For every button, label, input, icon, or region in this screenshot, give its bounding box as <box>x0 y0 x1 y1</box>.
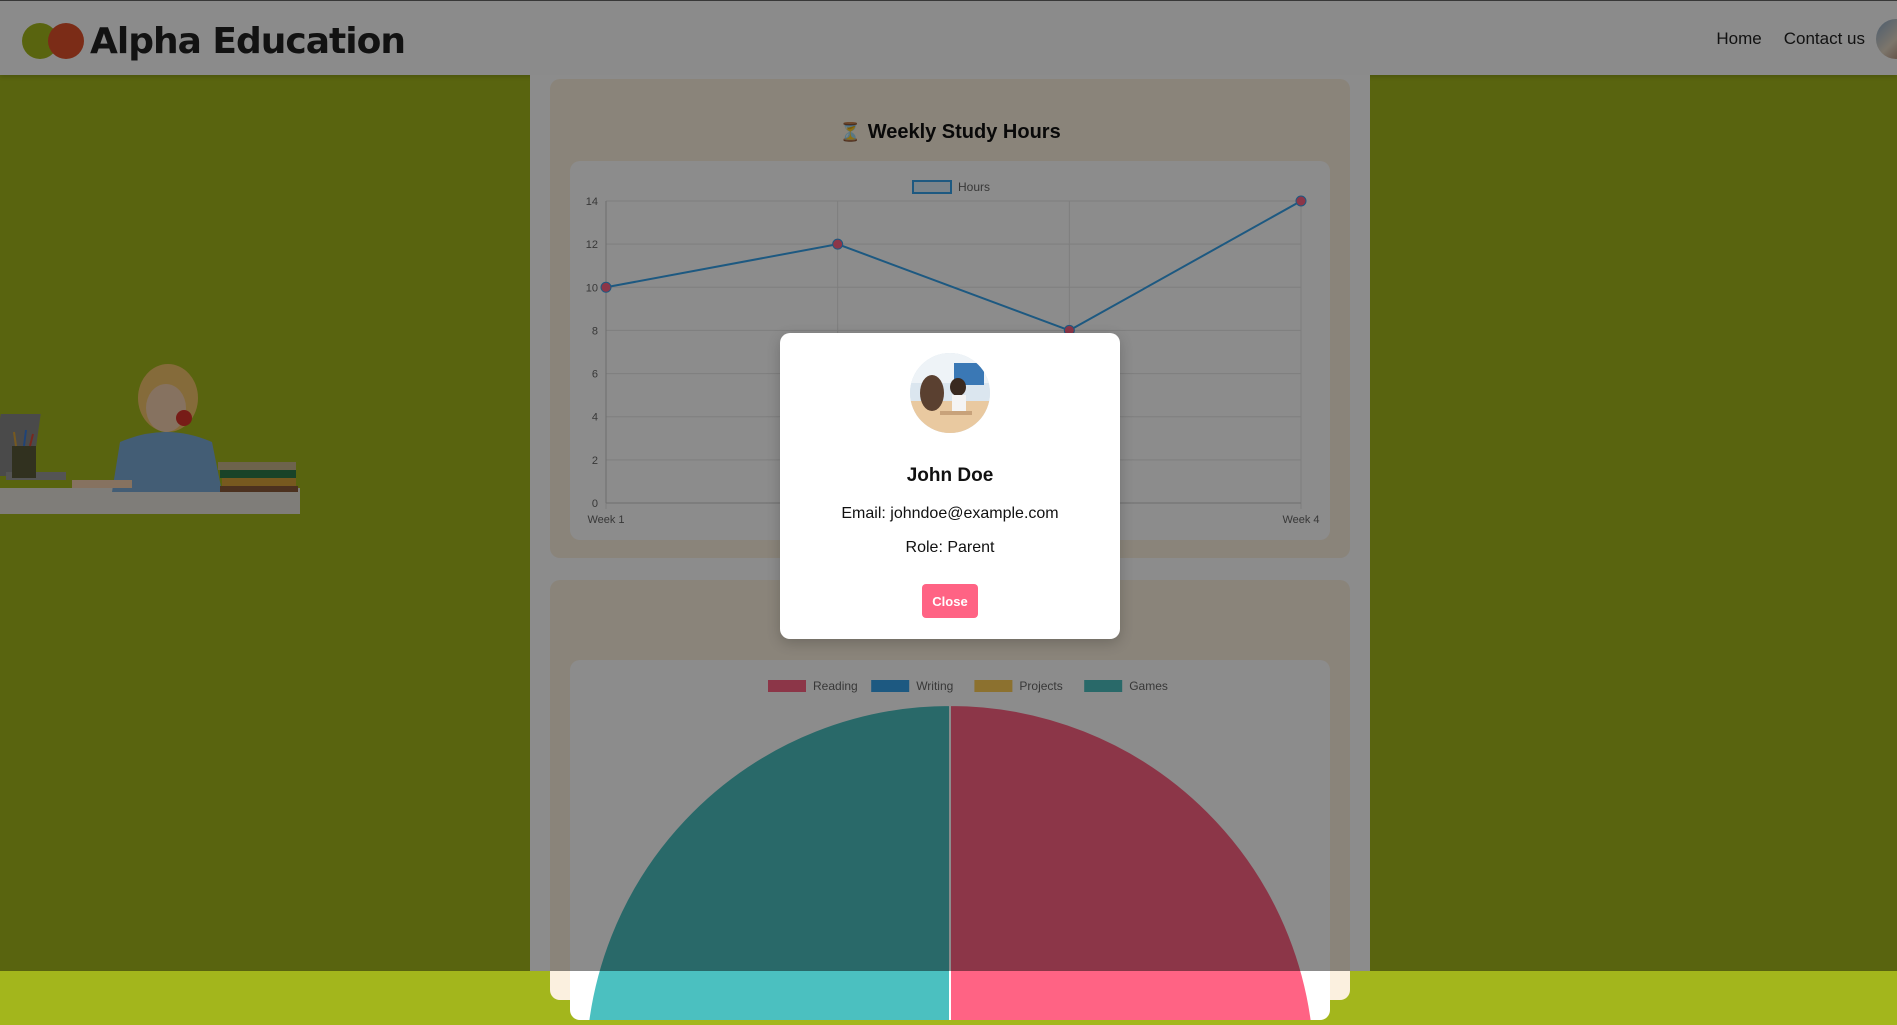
profile-email: Email: johndoe@example.com <box>841 505 1059 522</box>
profile-photo <box>910 353 990 433</box>
profile-role: Role: Parent <box>905 539 995 556</box>
profile-modal: John Doe Email: johndoe@example.com Role… <box>780 333 1120 639</box>
close-button[interactable]: Close <box>922 584 978 618</box>
profile-name: John Doe <box>906 465 994 486</box>
